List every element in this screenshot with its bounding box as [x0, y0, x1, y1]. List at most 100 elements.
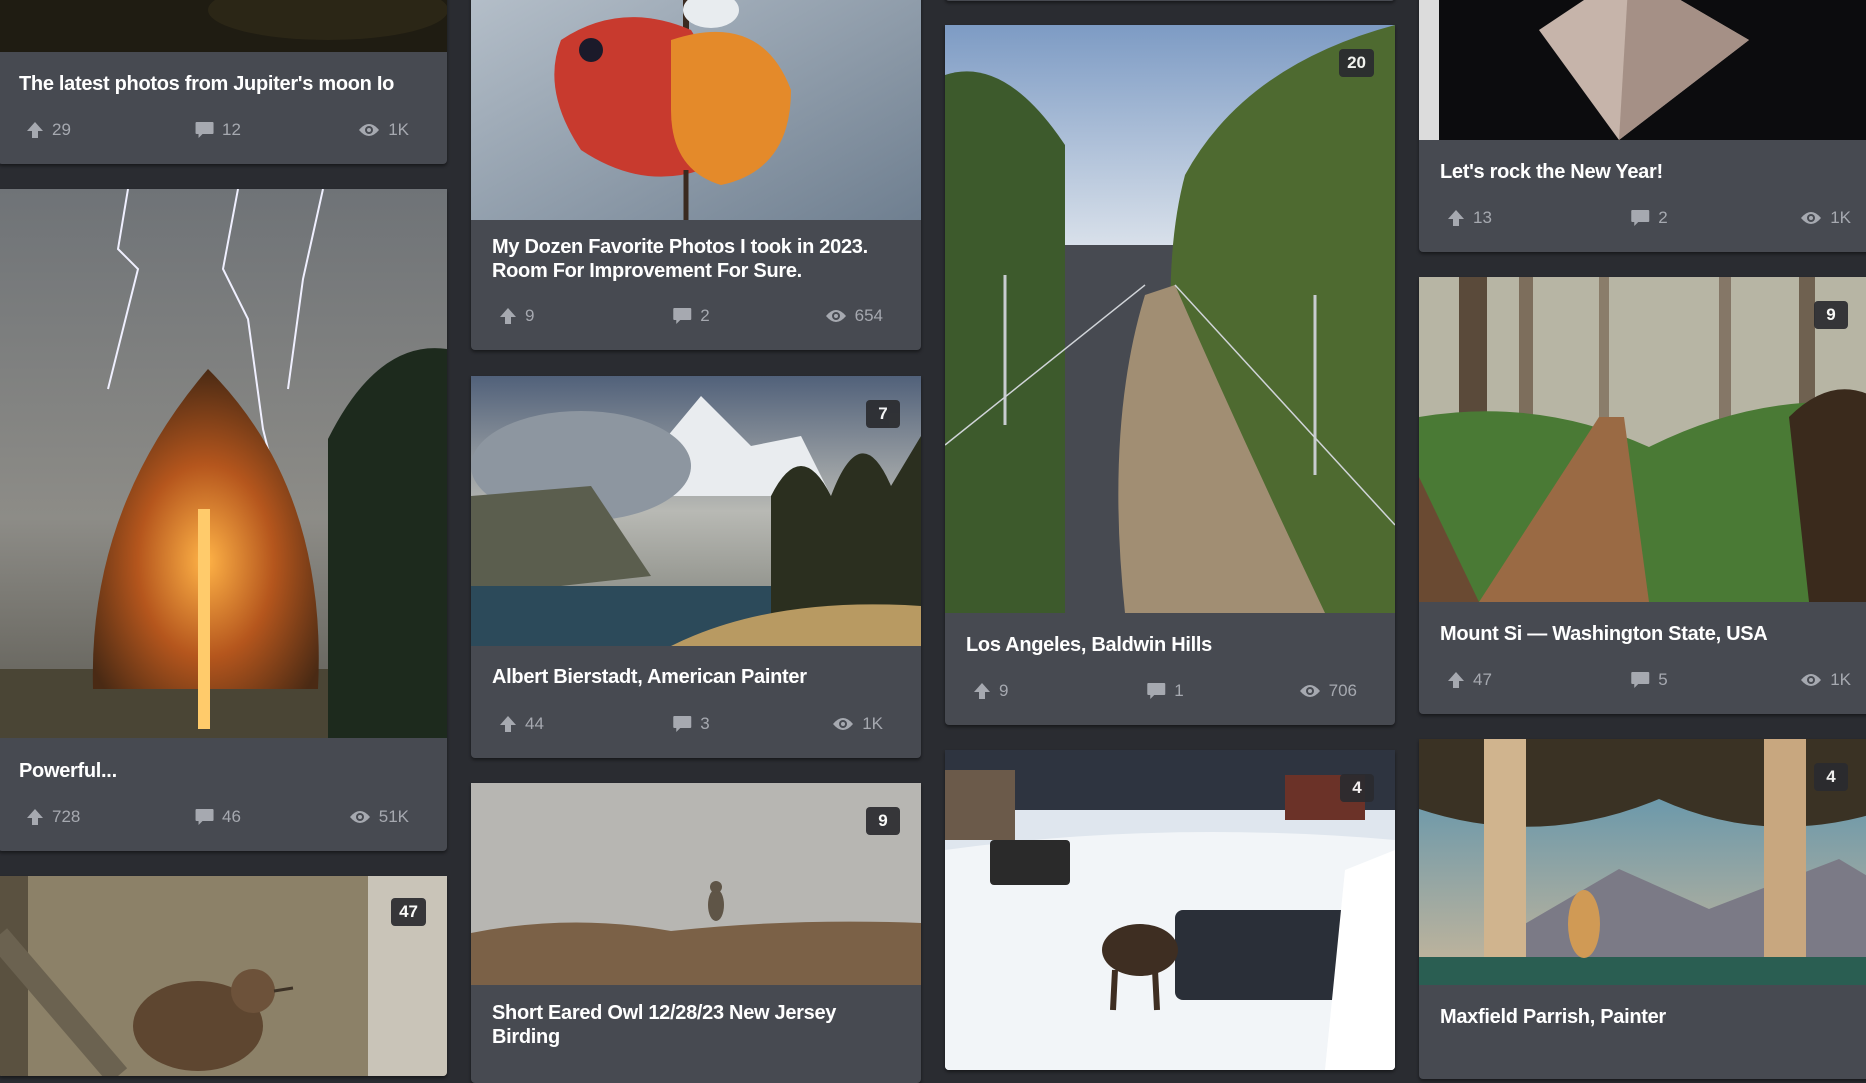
upvote-stat[interactable]: 728: [26, 805, 80, 829]
post-card-parrish[interactable]: 4 Maxfield Parrish, Painter: [1419, 739, 1866, 1079]
post-title[interactable]: Albert Bierstadt, American Painter: [492, 665, 900, 689]
comment-stat[interactable]: 2: [672, 304, 710, 328]
upvote-stat[interactable]: 29: [26, 118, 71, 142]
post-thumbnail[interactable]: [945, 25, 1395, 613]
post-thumbnail[interactable]: [471, 0, 921, 220]
comment-stat[interactable]: 2: [1630, 206, 1668, 230]
upvote-stat[interactable]: 13: [1447, 206, 1492, 230]
eye-icon: [359, 124, 380, 136]
view-stat: 51K: [349, 805, 409, 829]
post-title[interactable]: My Dozen Favorite Photos I took in 2023.…: [492, 235, 900, 283]
image-count-badge: 20: [1339, 49, 1374, 77]
image-count-badge: 9: [866, 807, 900, 835]
eye-icon: [833, 718, 854, 730]
post-thumbnail[interactable]: [1419, 739, 1866, 985]
comment-stat[interactable]: 1: [1146, 679, 1184, 703]
image-count-badge: 9: [1814, 301, 1848, 329]
comment-count: 12: [222, 120, 241, 139]
upvote-stat[interactable]: 9: [973, 679, 1008, 703]
view-count: 654: [854, 306, 883, 325]
speech-bubble-icon: [195, 809, 214, 825]
speech-bubble-icon: [195, 122, 214, 138]
upvote-count: 728: [52, 807, 81, 826]
comment-count: 2: [700, 306, 710, 325]
post-card-bierstadt[interactable]: 7 Albert Bierstadt, American Painter 44 …: [471, 376, 921, 758]
image-count-badge: 4: [1340, 774, 1374, 802]
view-stat: 706: [1299, 679, 1357, 703]
view-count: 1K: [1830, 670, 1851, 689]
eye-icon: [1801, 212, 1822, 224]
comment-count: 3: [700, 714, 710, 733]
post-card-powerful[interactable]: Powerful... 728 46 51K: [0, 189, 447, 851]
post-thumbnail[interactable]: [1419, 0, 1866, 140]
post-title[interactable]: The latest photos from Jupiter's moon Io: [19, 72, 426, 96]
post-stats: 29 12 1K: [26, 118, 409, 142]
speech-bubble-icon: [673, 716, 692, 732]
post-stats: 44 3 1K: [499, 712, 883, 736]
speech-bubble-icon: [673, 308, 692, 324]
post-thumbnail[interactable]: [0, 189, 447, 738]
comment-stat[interactable]: 46: [194, 805, 241, 829]
post-card-mountsi[interactable]: 9 Mount Si — Washington State, USA 47 5 …: [1419, 277, 1866, 714]
up-arrow-icon: [974, 683, 990, 699]
view-count: 1K: [1830, 208, 1851, 227]
up-arrow-icon: [1448, 672, 1464, 688]
view-stat: 1K: [832, 712, 883, 736]
view-stat: 654: [825, 304, 883, 328]
post-card-rock[interactable]: Let's rock the New Year! 13 2 1K: [1419, 0, 1866, 252]
view-count: 1K: [862, 714, 883, 733]
post-title[interactable]: Mount Si — Washington State, USA: [1440, 622, 1866, 646]
eye-icon: [825, 310, 846, 322]
upvote-count: 29: [52, 120, 71, 139]
eye-icon: [1299, 685, 1320, 697]
post-title[interactable]: Powerful...: [19, 759, 426, 783]
view-stat: 1K: [358, 118, 409, 142]
post-thumbnail[interactable]: [945, 750, 1395, 1070]
post-title[interactable]: Maxfield Parrish, Painter: [1440, 1005, 1866, 1029]
post-title[interactable]: Let's rock the New Year!: [1440, 160, 1866, 184]
post-card-dozen[interactable]: My Dozen Favorite Photos I took in 2023.…: [471, 0, 921, 350]
upvote-stat[interactable]: 47: [1447, 668, 1492, 692]
view-count: 51K: [378, 807, 409, 826]
post-card-owl[interactable]: 9 Short Eared Owl 12/28/23 New Jersey Bi…: [471, 783, 921, 1083]
post-title[interactable]: Short Eared Owl 12/28/23 New Jersey Bird…: [492, 1001, 900, 1049]
post-thumbnail[interactable]: [0, 876, 447, 1076]
post-card-io[interactable]: The latest photos from Jupiter's moon Io…: [0, 0, 447, 164]
upvote-stat[interactable]: 9: [499, 304, 534, 328]
post-stats: 9 1 706: [973, 679, 1357, 703]
speech-bubble-icon: [1147, 683, 1166, 699]
comment-count: 2: [1658, 208, 1668, 227]
post-card-la[interactable]: 20 Los Angeles, Baldwin Hills 9 1 706: [945, 25, 1395, 725]
post-thumbnail[interactable]: [1419, 277, 1866, 602]
view-stat: 1K: [1800, 668, 1851, 692]
comment-count: 46: [222, 807, 241, 826]
speech-bubble-icon: [1631, 210, 1650, 226]
view-stat: 1K: [1800, 206, 1851, 230]
post-stats: 13 2 1K: [1447, 206, 1851, 230]
post-thumbnail[interactable]: [471, 783, 921, 985]
comment-count: 1: [1174, 681, 1184, 700]
comment-stat[interactable]: 5: [1630, 668, 1668, 692]
post-card-top-partial[interactable]: [945, 0, 1395, 1]
post-stats: 728 46 51K: [26, 805, 409, 829]
image-count-badge: 4: [1814, 763, 1848, 791]
up-arrow-icon: [500, 716, 516, 732]
comment-stat[interactable]: 12: [194, 118, 241, 142]
eye-icon: [1801, 674, 1822, 686]
upvote-count: 9: [525, 306, 535, 325]
post-thumbnail[interactable]: [0, 0, 447, 52]
upvote-count: 47: [1473, 670, 1492, 689]
post-stats: 9 2 654: [499, 304, 883, 328]
post-card-wren[interactable]: 47: [0, 876, 447, 1076]
up-arrow-icon: [1448, 210, 1464, 226]
image-count-badge: 47: [391, 898, 426, 926]
comment-stat[interactable]: 3: [672, 712, 710, 736]
image-count-badge: 7: [866, 400, 900, 428]
post-card-moose[interactable]: 4: [945, 750, 1395, 1070]
post-title[interactable]: Los Angeles, Baldwin Hills: [966, 633, 1374, 657]
comment-count: 5: [1658, 670, 1668, 689]
post-thumbnail[interactable]: [471, 376, 921, 646]
up-arrow-icon: [27, 122, 43, 138]
upvote-stat[interactable]: 44: [499, 712, 544, 736]
speech-bubble-icon: [1631, 672, 1650, 688]
